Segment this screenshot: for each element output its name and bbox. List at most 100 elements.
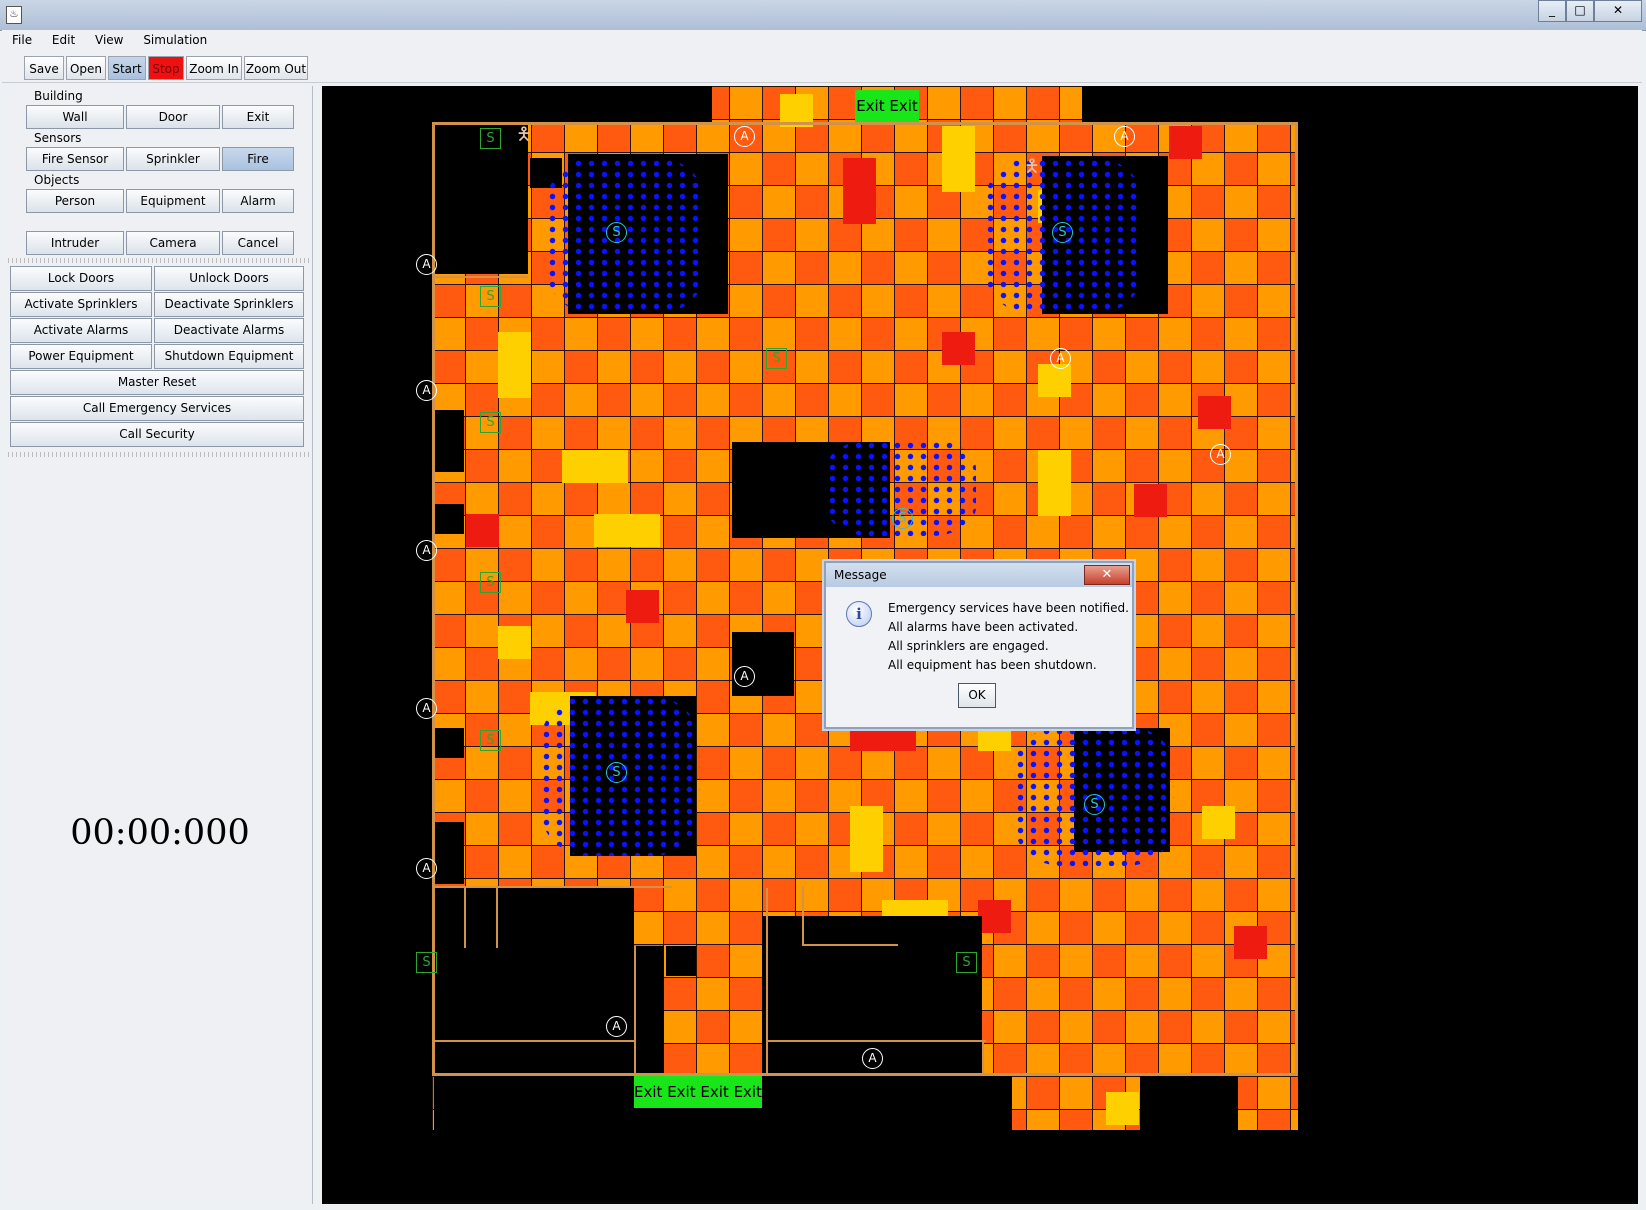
activate-sprinklers-button[interactable]: Activate Sprinklers	[10, 292, 152, 317]
fire-cell	[498, 332, 531, 398]
wall	[766, 888, 768, 1076]
sprinkler-active-icon: S	[1052, 222, 1073, 243]
room-unburned	[1140, 1076, 1238, 1130]
sprinkler-icon: S	[480, 730, 501, 751]
alarm-icon: A	[734, 666, 755, 687]
camera-button[interactable]: Camera	[126, 231, 220, 255]
equipment-button[interactable]: Equipment	[126, 189, 220, 213]
menu-view[interactable]: View	[85, 30, 129, 47]
room-unburned	[434, 410, 464, 472]
objects-heading: Objects	[34, 173, 80, 187]
wall	[432, 122, 1298, 125]
dialog-message-line: All sprinklers are engaged.	[888, 639, 1049, 653]
minimize-button[interactable]: _	[1538, 0, 1566, 22]
simulation-timer: 00:00:000	[70, 813, 250, 853]
menu-edit[interactable]: Edit	[42, 30, 81, 47]
alarm-icon: A	[862, 1048, 883, 1069]
sprinkler-icon: S	[766, 348, 787, 369]
fire-cell	[1202, 806, 1235, 839]
exit-label: Exit	[634, 1083, 663, 1101]
deactivate-alarms-button[interactable]: Deactivate Alarms	[154, 318, 304, 343]
outside-area	[432, 86, 712, 122]
maximize-button[interactable]: □	[1566, 0, 1594, 22]
alarm-button[interactable]: Alarm	[222, 189, 294, 213]
fire-sensor-button[interactable]: Fire Sensor	[26, 147, 124, 171]
sprinkler-icon: S	[480, 412, 501, 433]
fire-cell	[1234, 926, 1267, 959]
door-button[interactable]: Door	[126, 105, 220, 129]
room-unburned	[434, 728, 464, 758]
sprinkler-active-icon: S	[892, 508, 913, 529]
fire-cell	[1038, 450, 1071, 516]
zoom-in-button[interactable]: Zoom In	[186, 56, 242, 80]
shutdown-equipment-button[interactable]: Shutdown Equipment	[154, 344, 304, 369]
alarm-icon: A	[1114, 126, 1135, 147]
menu-bar: File Edit View Simulation	[2, 30, 1642, 52]
save-button[interactable]: Save	[24, 56, 64, 80]
outside-area	[432, 1130, 1298, 1204]
fire-cell	[594, 514, 660, 547]
alarm-icon: A	[606, 1016, 627, 1037]
intruder-button[interactable]: Intruder	[26, 231, 124, 255]
sensors-heading: Sensors	[34, 131, 82, 145]
fire-cell	[1038, 364, 1071, 397]
fire-button[interactable]: Fire	[222, 147, 294, 171]
exit-button[interactable]: Exit	[222, 105, 294, 129]
fire-cell	[562, 450, 628, 483]
exit-label: Exit	[700, 1083, 729, 1101]
sprinkler-icon: S	[480, 572, 501, 593]
outside-area	[1298, 86, 1638, 1204]
power-equipment-button[interactable]: Power Equipment	[10, 344, 152, 369]
fire-cell	[942, 332, 975, 365]
exit-label: Exit	[889, 97, 918, 115]
person-icon: 🯅	[516, 124, 532, 145]
lock-doors-button[interactable]: Lock Doors	[10, 266, 152, 291]
info-icon: i	[846, 601, 872, 627]
dialog-message-line: Emergency services have been notified.	[888, 601, 1129, 615]
sprinkler-button[interactable]: Sprinkler	[126, 147, 220, 171]
open-button[interactable]: Open	[66, 56, 106, 80]
call-security-button[interactable]: Call Security	[10, 422, 304, 447]
fire-cell	[942, 126, 975, 192]
wall-button[interactable]: Wall	[26, 105, 124, 129]
wall	[432, 276, 528, 278]
person-button[interactable]: Person	[26, 189, 124, 213]
room-unburned	[434, 822, 464, 884]
unlock-doors-button[interactable]: Unlock Doors	[154, 266, 304, 291]
alarm-icon: A	[1050, 348, 1071, 369]
activate-alarms-button[interactable]: Activate Alarms	[10, 318, 152, 343]
exit-top: Exit Exit	[855, 90, 919, 122]
deactivate-sprinklers-button[interactable]: Deactivate Sprinklers	[154, 292, 304, 317]
alarm-icon: A	[734, 126, 755, 147]
wall	[766, 1040, 986, 1042]
dialog-message-line: All alarms have been activated.	[888, 620, 1079, 634]
alarm-icon: A	[416, 254, 437, 275]
exit-label: Exit	[733, 1083, 762, 1101]
sprinkler-icon: S	[956, 952, 977, 973]
close-window-button[interactable]: ✕	[1594, 0, 1642, 22]
menu-simulation[interactable]: Simulation	[133, 30, 213, 47]
exit-bottom: Exit Exit Exit Exit	[634, 1076, 762, 1108]
fire-cell	[466, 514, 499, 547]
message-dialog: Message ✕ i Emergency services have been…	[824, 561, 1134, 729]
wall	[432, 1073, 1298, 1076]
fire-cell	[498, 626, 531, 659]
start-button[interactable]: Start	[108, 56, 146, 80]
menu-file[interactable]: File	[2, 30, 38, 47]
zoom-out-button[interactable]: Zoom Out	[244, 56, 308, 80]
wall	[432, 886, 672, 888]
alarm-icon: A	[416, 858, 437, 879]
fire-cell	[1134, 484, 1167, 517]
wall	[432, 1040, 636, 1042]
exit-label: Exit	[667, 1083, 696, 1101]
outside-area	[1082, 86, 1298, 122]
master-reset-button[interactable]: Master Reset	[10, 370, 304, 395]
sprinkler-active-icon: S	[1084, 794, 1105, 815]
call-emergency-services-button[interactable]: Call Emergency Services	[10, 396, 304, 421]
stop-button[interactable]: Stop	[148, 56, 184, 80]
window-titlebar: ♨ _ □ ✕	[0, 0, 1646, 31]
room-unburned	[982, 1076, 1012, 1130]
ok-button[interactable]: OK	[958, 683, 996, 708]
dialog-close-button[interactable]: ✕	[1084, 565, 1130, 585]
cancel-button[interactable]: Cancel	[222, 231, 294, 255]
